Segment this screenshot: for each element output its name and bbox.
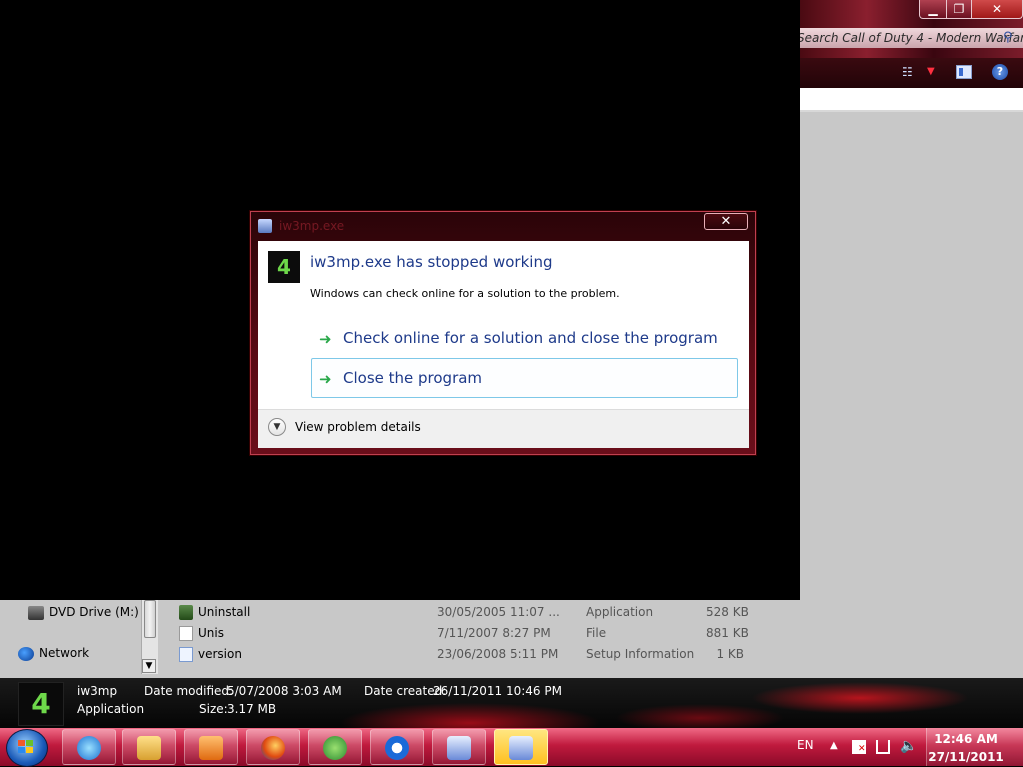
chevron-down-icon[interactable]: ▼ xyxy=(268,418,286,436)
table-row[interactable]: version 23/06/2008 5:11 PM Setup Informa… xyxy=(176,644,796,665)
warning-app-icon xyxy=(447,736,471,760)
details-file-name: iw3mp xyxy=(77,684,118,698)
file-date: 30/05/2005 11:07 ... xyxy=(437,605,560,619)
search-icon[interactable]: ⚲ xyxy=(1003,31,1017,45)
close-program-button[interactable]: ➜ Close the program xyxy=(311,358,738,398)
nav-item-label: Network xyxy=(39,646,90,660)
taskbar-windows-explorer[interactable] xyxy=(122,729,176,765)
details-size-value: 3.17 MB xyxy=(227,702,277,716)
search-input[interactable]: Search Call of Duty 4 - Modern Warfare xyxy=(800,28,1023,48)
details-file-kind: Application xyxy=(77,702,145,716)
file-size: 1 KB xyxy=(716,647,744,661)
taskbar-app-window[interactable] xyxy=(432,729,486,765)
taskbar-media-player[interactable] xyxy=(184,729,238,765)
help-icon[interactable]: ? xyxy=(992,64,1008,80)
column-header xyxy=(800,88,1023,112)
taskbar-error-dialog[interactable] xyxy=(494,729,548,765)
dialog-title: iw3mp.exe xyxy=(279,219,345,233)
windows-logo-icon xyxy=(18,740,34,754)
file-list-area xyxy=(800,112,1023,600)
media-player-icon xyxy=(199,736,223,760)
warning-app-icon xyxy=(509,736,533,760)
internet-explorer-icon xyxy=(77,736,101,760)
green-arrow-icon: ➜ xyxy=(319,370,332,388)
language-indicator[interactable]: EN xyxy=(797,737,814,753)
taskbar-teamviewer[interactable] xyxy=(370,729,424,765)
details-size-label: Size: xyxy=(199,702,228,716)
network-icon xyxy=(18,646,34,661)
setup-info-icon xyxy=(179,647,193,662)
details-modified-value: 5/07/2008 3:03 AM xyxy=(227,684,342,698)
file-size: 881 KB xyxy=(706,626,749,640)
view-problem-details-link[interactable]: View problem details xyxy=(295,419,421,435)
file-size: 528 KB xyxy=(706,605,749,619)
nav-scrollbar-thumb[interactable] xyxy=(144,600,156,638)
views-icon[interactable]: ☷ xyxy=(902,66,918,78)
scroll-down-arrow-icon[interactable]: ▼ xyxy=(142,659,156,673)
file-type: Application xyxy=(586,605,654,619)
volume-icon[interactable]: 🔈 xyxy=(900,737,917,755)
chevron-down-icon[interactable]: ▼ xyxy=(927,66,935,78)
file-icon xyxy=(179,626,193,641)
file-name: Unis xyxy=(198,626,224,640)
messenger-icon xyxy=(323,736,347,760)
dialog-subtext: Windows can check online for a solution … xyxy=(310,287,620,300)
taskbar-firefox[interactable] xyxy=(246,729,300,765)
dvd-drive-icon xyxy=(28,605,44,620)
clock-time: 12:46 AM xyxy=(934,732,998,746)
show-hidden-icons-icon[interactable]: ▲ xyxy=(830,738,838,754)
cod4-app-icon: 4 xyxy=(18,682,64,726)
firefox-icon xyxy=(261,736,285,760)
file-type: Setup Information xyxy=(586,647,695,661)
check-online-button[interactable]: ➜ Check online for a solution and close … xyxy=(311,318,738,358)
file-type: File xyxy=(586,626,607,640)
cod4-app-icon: 4 xyxy=(268,251,300,283)
green-arrow-icon: ➜ xyxy=(319,330,332,348)
taskbar-internet-explorer[interactable] xyxy=(62,729,116,765)
dialog-heading: iw3mp.exe has stopped working xyxy=(310,253,553,271)
file-name: Uninstall xyxy=(198,605,251,619)
window-close-button[interactable]: ✕ xyxy=(971,0,1023,19)
nav-item-network[interactable]: Network xyxy=(18,643,89,663)
network-status-icon[interactable] xyxy=(876,740,890,754)
table-row[interactable]: Uninstall 30/05/2005 11:07 ... Applicati… xyxy=(176,602,796,623)
nav-item-dvd-drive[interactable]: DVD Drive (M:) C xyxy=(28,602,140,622)
folder-icon xyxy=(137,736,161,760)
close-program-label: Close the program xyxy=(343,369,483,387)
details-modified-label: Date modified: xyxy=(144,684,234,698)
table-row[interactable]: Unis 7/11/2007 8:27 PM File 881 KB xyxy=(176,623,796,644)
dialog-app-icon xyxy=(258,219,272,233)
taskbar-messenger[interactable] xyxy=(308,729,362,765)
nav-item-label: DVD Drive (M:) C xyxy=(49,605,140,619)
file-date: 23/06/2008 5:11 PM xyxy=(437,647,559,661)
action-center-icon[interactable] xyxy=(852,740,866,754)
check-online-label: Check online for a solution and close th… xyxy=(343,329,718,347)
application-icon xyxy=(179,605,193,620)
details-created-value: 26/11/2011 10:46 PM xyxy=(433,684,562,698)
clock-date: 27/11/2011 xyxy=(928,750,1004,764)
minimize-button[interactable]: ▁ xyxy=(919,0,947,19)
file-name: version xyxy=(198,647,242,661)
dialog-close-button[interactable]: ✕ xyxy=(704,213,748,230)
preview-pane-icon[interactable] xyxy=(956,65,972,79)
teamviewer-icon xyxy=(385,736,409,760)
file-date: 7/11/2007 8:27 PM xyxy=(437,626,551,640)
maximize-button[interactable]: ❐ xyxy=(946,0,972,19)
